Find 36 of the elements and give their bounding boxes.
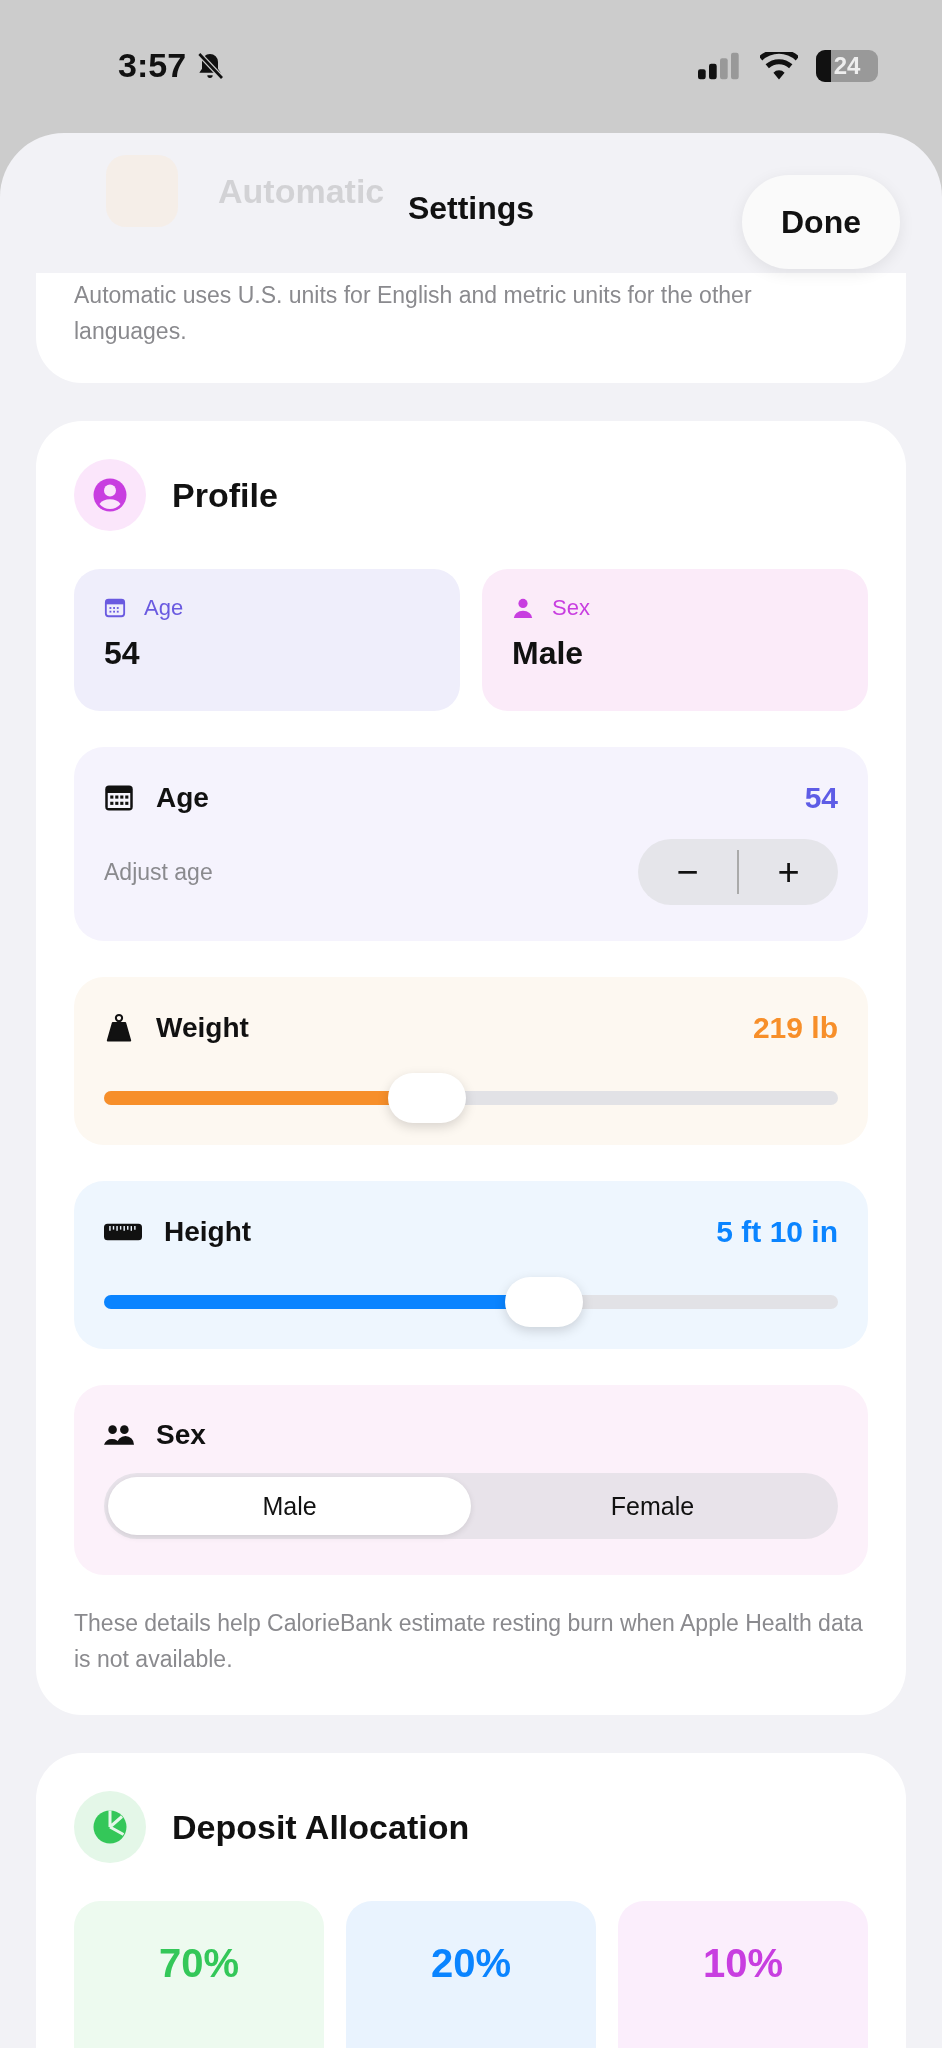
- card-title: Weight: [156, 1012, 249, 1044]
- ruler-icon: [104, 1223, 142, 1241]
- weight-icon: [104, 1013, 134, 1043]
- calendar-icon: [104, 783, 134, 813]
- card-title: Age: [156, 782, 209, 814]
- done-button[interactable]: Done: [742, 175, 900, 269]
- tile-label: Sex: [552, 595, 590, 621]
- profile-footnote: These details help CalorieBank estimate resting burn when Apple Health data is not available.: [74, 1609, 864, 1674]
- slider-value: 5 ft 10 in: [716, 1215, 838, 1249]
- age-value: 54: [804, 781, 838, 815]
- section-title: Deposit Allocation: [172, 1807, 470, 1847]
- segment-option[interactable]: Male: [108, 1477, 471, 1535]
- battery-icon: 24: [816, 49, 878, 82]
- allocation-percent: 20%: [430, 1941, 512, 1987]
- units-caption: Automatic uses U.S. units for English and metric units for the other languages.: [74, 281, 753, 346]
- card-title: Sex: [156, 1419, 206, 1451]
- calendar-icon: [104, 597, 126, 619]
- allocation-percent: 10%: [702, 1941, 784, 1987]
- slider-value: 219 lb: [752, 1011, 838, 1045]
- increment-button[interactable]: +: [739, 839, 838, 905]
- slider-thumb[interactable]: [505, 1277, 584, 1327]
- section-title: Profile: [172, 475, 278, 515]
- signal-icon: [698, 51, 742, 80]
- segment-option[interactable]: Female: [471, 1477, 834, 1535]
- tile-value: 54: [104, 635, 141, 672]
- adjust-hint: Adjust age: [104, 858, 213, 886]
- tile-value: Male: [512, 635, 585, 672]
- sheet-title: Settings: [407, 189, 535, 227]
- person-icon: [512, 597, 534, 619]
- decrement-button[interactable]: −: [638, 839, 737, 905]
- allocation-percent: 70%: [158, 1941, 240, 1987]
- tile-label: Age: [144, 595, 184, 621]
- status-time: 3:57: [118, 46, 187, 85]
- slider-thumb[interactable]: [387, 1073, 466, 1123]
- card-title: Height: [164, 1216, 252, 1248]
- wifi-icon: [760, 51, 798, 80]
